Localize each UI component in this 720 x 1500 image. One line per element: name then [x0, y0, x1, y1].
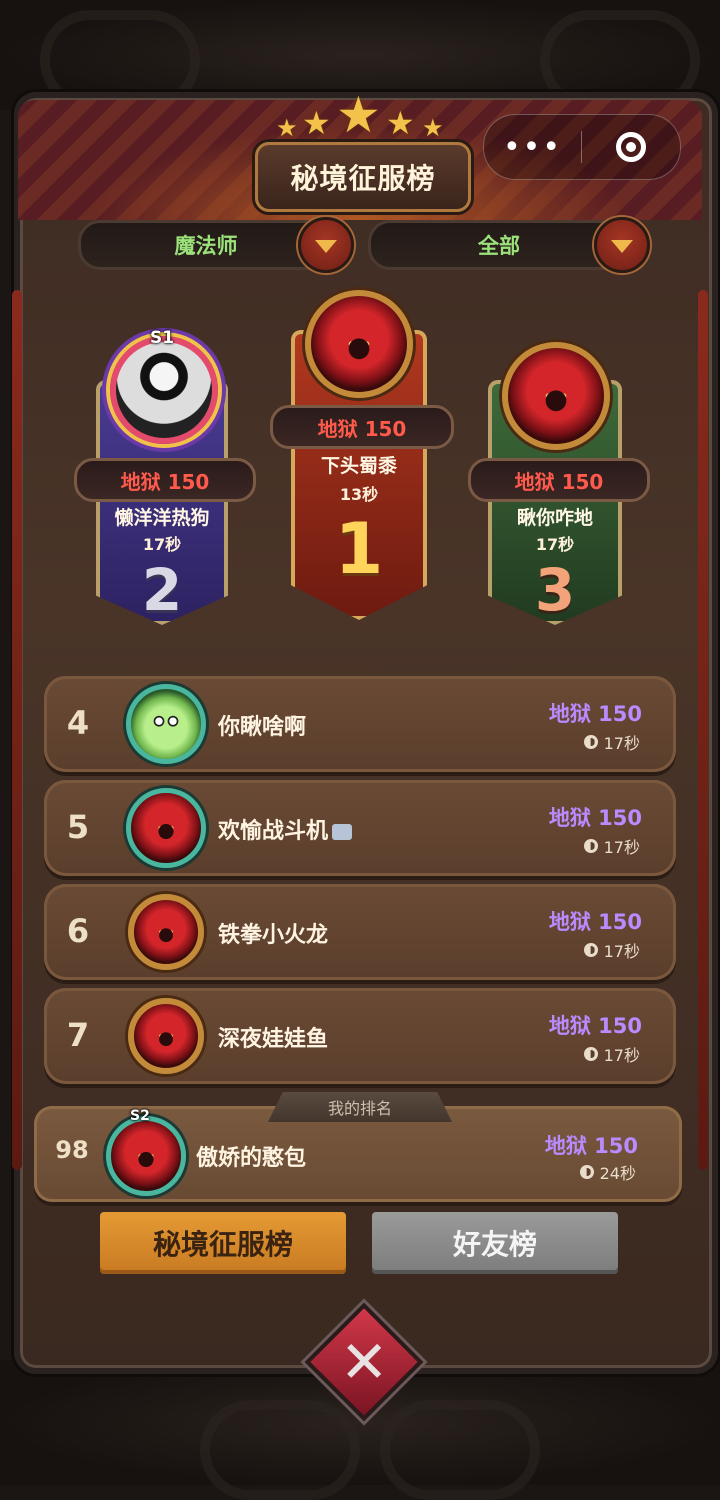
tab-conquest-ranking[interactable]: 秘境征服榜 [100, 1212, 346, 1274]
season-badge: S1 [150, 328, 175, 348]
row-rank: 7 [66, 1016, 90, 1054]
star-icon: ★ [336, 86, 381, 144]
player-name: 铁拳小火龙 [218, 923, 329, 948]
level-label: 地狱 150 [548, 702, 642, 726]
rank-number: 1 [334, 508, 384, 590]
row-rank: 5 [66, 808, 90, 846]
my-rank-tab: 我的排名 [268, 1092, 452, 1122]
level-label: 地狱 150 [548, 806, 642, 830]
player-name-text: 欢愉战斗机 [218, 819, 329, 844]
avatar [128, 894, 204, 970]
row-rank: 4 [66, 704, 90, 742]
star-icon: ★ [386, 104, 415, 142]
clock-icon [583, 1047, 598, 1061]
camera-icon [332, 824, 353, 840]
clock-icon [583, 943, 598, 957]
clear-time: 17秒 [583, 938, 640, 962]
avatar [305, 290, 413, 398]
mini-program-capsule: ••• [483, 114, 681, 180]
level-label: 地狱 150 [548, 1014, 642, 1038]
player-name: 瞅你咋地 [516, 507, 593, 529]
target-close-icon[interactable] [582, 115, 679, 179]
level-ribbon: 地狱 150 [74, 458, 256, 502]
player-name: 欢愉战斗机 [218, 813, 353, 845]
star-icon: ★ [276, 114, 298, 142]
tab-friends-ranking[interactable]: 好友榜 [372, 1212, 618, 1274]
stars-decoration: ★ ★ ★ ★ ★ [270, 86, 450, 144]
row-rank: 6 [66, 912, 90, 950]
close-icon: ✕ [339, 1327, 389, 1396]
clear-time-value: 17秒 [603, 942, 640, 961]
clear-time: 17秒 [142, 535, 182, 554]
list-item[interactable]: 4 你瞅啥啊 地狱 150 17秒 [44, 676, 676, 772]
class-filter-label: 魔法师 [174, 234, 238, 258]
avatar [110, 336, 218, 444]
row-rank: 98 [55, 1136, 89, 1164]
class-filter-dropdown[interactable]: 魔法师 [78, 220, 334, 270]
clear-time: 17秒 [583, 730, 640, 754]
player-name: 下头蜀黍 [320, 455, 397, 477]
right-frame-bar [698, 290, 708, 1170]
level-label: 地狱 150 [544, 1134, 638, 1158]
scope-filter-label: 全部 [478, 234, 520, 258]
clear-time: 17秒 [583, 1042, 640, 1066]
left-frame-bar [12, 290, 22, 1170]
level-ribbon: 地狱 150 [468, 458, 650, 502]
player-name: 深夜娃娃鱼 [218, 1027, 329, 1052]
avatar [126, 788, 206, 868]
star-icon: ★ [422, 114, 444, 142]
avatar [126, 684, 206, 764]
level-ribbon: 地狱 150 [270, 405, 454, 449]
player-name: 懒洋洋热狗 [114, 507, 210, 529]
clock-icon [583, 735, 598, 749]
avatar [502, 342, 610, 450]
class-filter-chevron-down-icon[interactable] [298, 217, 354, 273]
avatar [128, 998, 204, 1074]
avatar [106, 1116, 186, 1196]
player-name: 你瞅啥啊 [218, 715, 307, 740]
list-item[interactable]: 7 深夜娃娃鱼 地狱 150 17秒 [44, 988, 676, 1084]
scope-filter-dropdown[interactable]: 全部 [368, 220, 630, 270]
clear-time: 17秒 [583, 834, 640, 858]
star-icon: ★ [302, 104, 331, 142]
clear-time-value: 17秒 [603, 734, 640, 753]
rank-number: 3 [534, 556, 576, 624]
season-badge: S2 [130, 1108, 150, 1124]
clear-time: 24秒 [579, 1160, 636, 1184]
level-label: 地狱 150 [548, 910, 642, 934]
rank-number: 2 [141, 556, 183, 624]
clock-icon [583, 839, 598, 853]
clock-icon [579, 1165, 594, 1179]
more-dots-icon[interactable]: ••• [484, 115, 581, 179]
page-title: 秘境征服榜 [255, 142, 471, 212]
clear-time-value: 17秒 [603, 1046, 640, 1065]
list-item[interactable]: 5 欢愉战斗机 地狱 150 17秒 [44, 780, 676, 876]
clear-time: 13秒 [339, 485, 379, 504]
scope-filter-chevron-down-icon[interactable] [594, 217, 650, 273]
list-item[interactable]: 6 铁拳小火龙 地狱 150 17秒 [44, 884, 676, 980]
player-name: 傲娇的憨包 [196, 1146, 307, 1171]
clear-time-value: 17秒 [603, 838, 640, 857]
clear-time: 17秒 [535, 535, 575, 554]
clear-time-value: 24秒 [599, 1164, 636, 1183]
